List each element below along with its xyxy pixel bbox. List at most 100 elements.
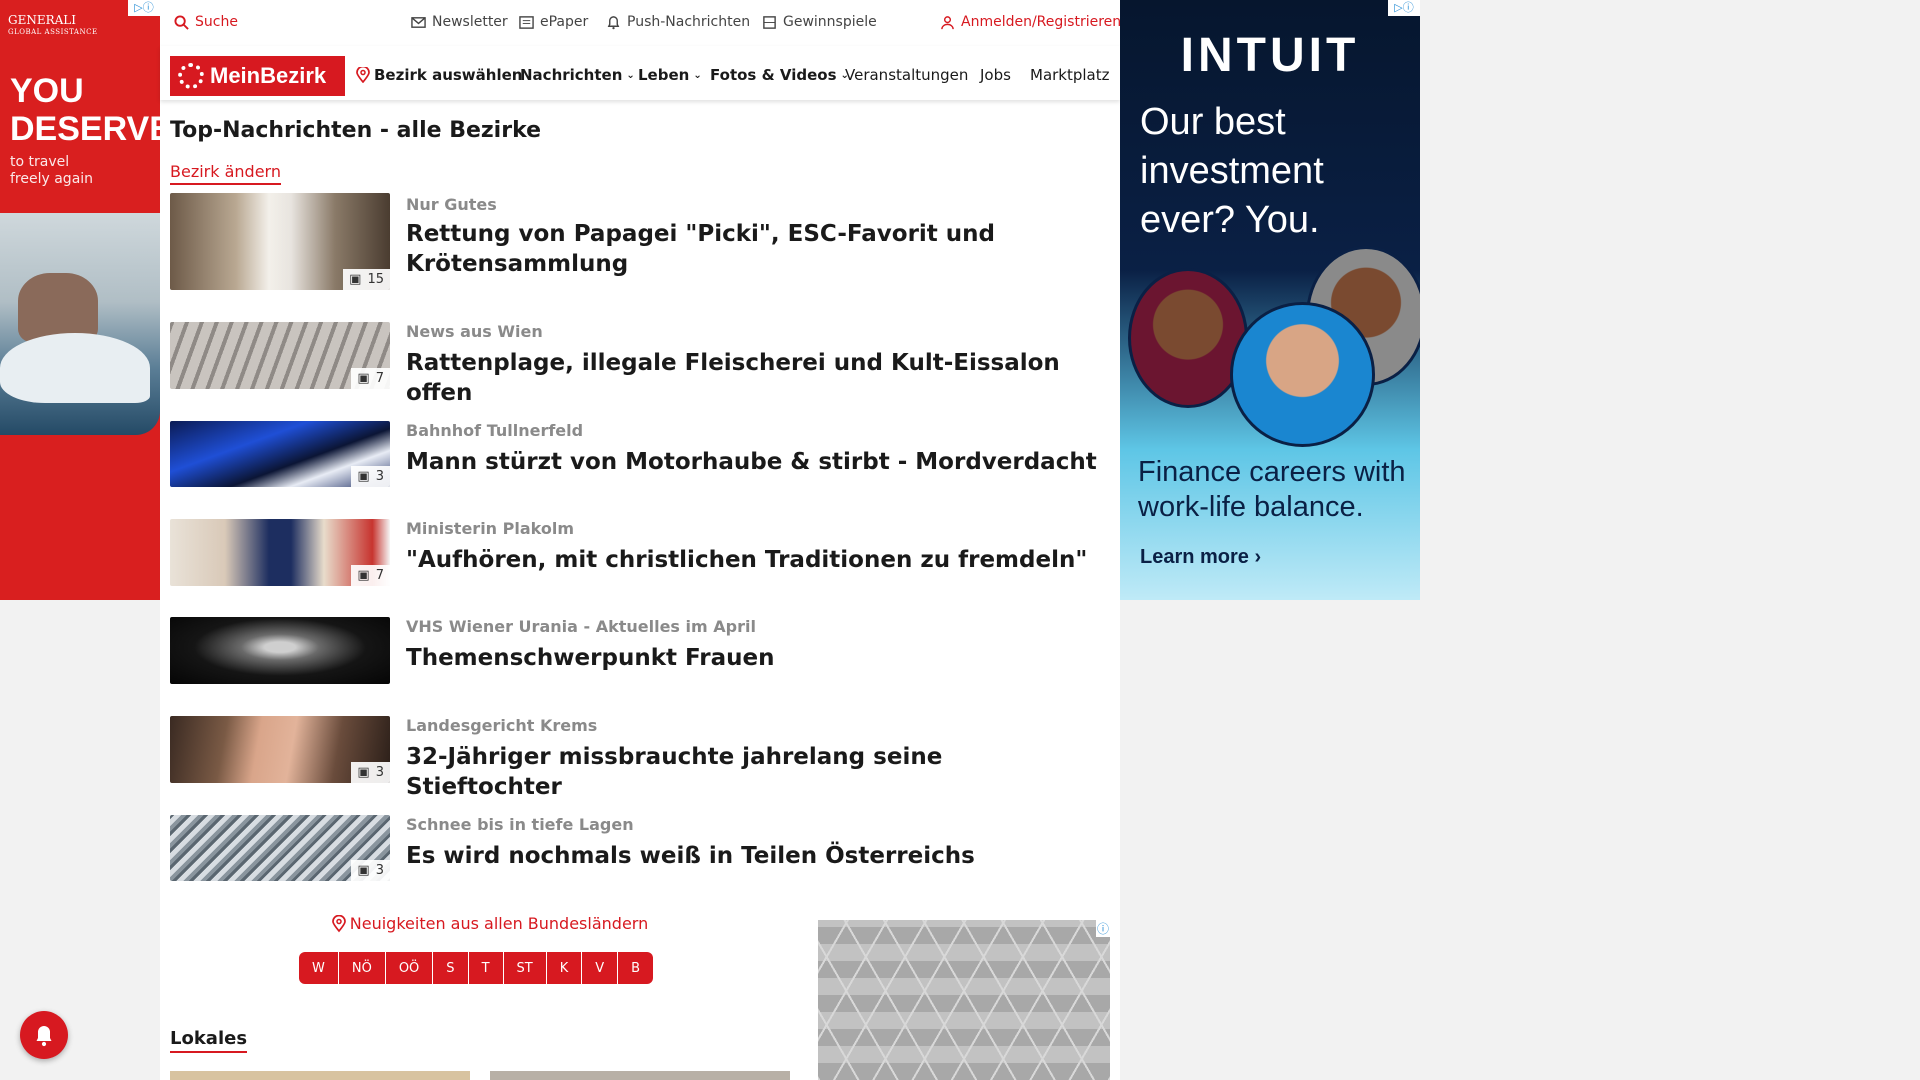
gallery-icon: ▣: [357, 371, 370, 386]
state-button-s[interactable]: S: [433, 952, 469, 984]
state-button-t[interactable]: T: [468, 952, 504, 984]
nav-item-marktplatz[interactable]: Marktplatz: [1030, 66, 1110, 84]
state-buttons: W NÖ OÖ S T ST K V B: [299, 952, 654, 984]
flower-logo-icon: [178, 63, 204, 89]
article-item[interactable]: VHS Wiener Urania - Aktuelles im April T…: [170, 617, 1110, 715]
ad-finance-text: Finance careers with work-life balance.: [1138, 456, 1406, 523]
section-heading-lokales: Lokales: [170, 1028, 248, 1053]
all-states-news-link[interactable]: Neuigkeiten aus allen Bundesländern: [320, 914, 660, 933]
article-item[interactable]: ▣ 7 News aus Wien Rattenplage, illegale F…: [170, 322, 1110, 420]
nav-item-veranstaltungen[interactable]: Veranstaltungen: [845, 66, 968, 84]
photo-count-badge: ▣ 7: [351, 368, 390, 389]
inline-ad[interactable]: ⓘ: [818, 920, 1110, 1080]
state-button-w[interactable]: W: [299, 952, 339, 984]
ad-person-image: [1128, 268, 1248, 408]
article-thumbnail[interactable]: ▣ 7: [170, 519, 390, 586]
utility-bar: Suche Newsletter ePaper Push-Nachrichten…: [160, 0, 1121, 46]
article-thumbnail[interactable]: ▣ 15: [170, 193, 390, 290]
ad-subline: to travel freely again: [10, 154, 94, 187]
article-item[interactable]: ▣ 3 Schnee bis in tiefe Lagen Es wird noc…: [170, 815, 1110, 913]
bell-icon: [36, 1026, 52, 1047]
chevron-down-icon: ⌄: [693, 69, 702, 81]
location-pin-icon: [331, 914, 346, 932]
lokales-thumbnail[interactable]: [490, 1071, 790, 1080]
notification-bell-button[interactable]: [20, 1011, 68, 1059]
article-headline[interactable]: Mann stürzt von Motorhaube & stirbt - Mo…: [406, 447, 1106, 477]
adchoices-icon[interactable]: ⓘ: [1096, 920, 1110, 937]
ad-person-image: [1230, 302, 1375, 447]
article-headline[interactable]: Rattenplage, illegale Fleischerei und Ku…: [406, 348, 1106, 408]
state-button-v[interactable]: V: [582, 952, 619, 984]
nav-item-nachrichten[interactable]: Nachrichten ⌄: [520, 66, 635, 84]
state-button-b[interactable]: B: [618, 952, 654, 984]
change-district-link[interactable]: Bezirk ändern: [170, 162, 281, 185]
article-thumbnail[interactable]: [170, 617, 390, 684]
ad-brand-logo: INTUIT: [1180, 29, 1360, 82]
search-icon: [174, 14, 189, 30]
ad-brand-logo: GENERALI GLOBAL ASSISTANCE: [8, 13, 98, 36]
select-district-button[interactable]: Bezirk auswählen: [356, 66, 522, 84]
page: GENERALI GLOBAL ASSISTANCE YOU DESERVE t…: [0, 0, 1920, 1080]
state-button-st[interactable]: ST: [503, 952, 547, 984]
epaper-link[interactable]: ePaper: [519, 14, 588, 30]
article-thumbnail[interactable]: ▣ 3: [170, 421, 390, 487]
meinbezirk-logo[interactable]: MeinBezirk: [170, 56, 345, 96]
gallery-icon: ▣: [357, 765, 370, 780]
article-kicker: News aus Wien: [406, 322, 543, 341]
location-pin-icon: [356, 67, 370, 83]
photo-count-badge: ▣ 3: [351, 860, 390, 881]
gallery-icon: ▣: [349, 272, 362, 287]
adchoices-icon[interactable]: ▷ⓘ: [1388, 0, 1420, 16]
left-banner-ad[interactable]: GENERALI GLOBAL ASSISTANCE YOU DESERVE t…: [0, 0, 160, 600]
article-item[interactable]: ▣ 15 Nur Gutes Rettung von Papagei "Picki…: [170, 193, 1110, 291]
photo-count-badge: ▣ 7: [351, 565, 390, 586]
lokales-thumbnail[interactable]: [170, 1071, 470, 1080]
adchoices-icon[interactable]: ▷ⓘ: [128, 0, 160, 16]
state-button-noe[interactable]: NÖ: [338, 952, 386, 984]
user-icon: [941, 15, 954, 29]
photo-count-badge: ▣ 3: [351, 762, 390, 783]
article-kicker: Bahnhof Tullnerfeld: [406, 421, 584, 440]
article-headline[interactable]: Rettung von Papagei "Picki", ESC-Favorit…: [406, 219, 1106, 279]
search-link[interactable]: Suche: [174, 14, 238, 30]
main-navigation: MeinBezirk Bezirk auswählen Nachrichten ⌄…: [160, 46, 1120, 100]
article-headline[interactable]: "Aufhören, mit christlichen Traditionen …: [406, 545, 1106, 575]
state-button-k[interactable]: K: [546, 952, 583, 984]
ad-tagline: Our best investment ever? You.: [1140, 101, 1324, 241]
ad-jetski-image: [0, 213, 160, 435]
article-headline[interactable]: Themenschwerpunkt Frauen: [406, 643, 1106, 673]
article-thumbnail[interactable]: ▣ 7: [170, 322, 390, 389]
article-headline[interactable]: Es wird nochmals weiß in Teilen Österrei…: [406, 841, 1106, 871]
article-thumbnail[interactable]: ▣ 3: [170, 815, 390, 881]
article-kicker: Ministerin Plakolm: [406, 519, 575, 538]
article-item[interactable]: ▣ 7 Ministerin Plakolm "Aufhören, mit chr…: [170, 519, 1110, 617]
article-kicker: Nur Gutes: [406, 195, 497, 214]
article-thumbnail[interactable]: ▣ 3: [170, 716, 390, 783]
nav-item-jobs[interactable]: Jobs: [980, 66, 1011, 84]
newsletter-link[interactable]: Newsletter: [411, 14, 508, 30]
newspaper-icon: [519, 15, 534, 29]
right-banner-ad[interactable]: INTUIT Our best investment ever? You. Fi…: [1120, 0, 1420, 600]
article-headline[interactable]: 32-Jähriger missbrauchte jahrelang seine…: [406, 742, 1106, 802]
ad-learn-more-button[interactable]: Learn more ›: [1140, 546, 1261, 569]
photo-count-badge: ▣ 3: [351, 466, 390, 487]
gallery-icon: ▣: [357, 568, 370, 583]
article-item[interactable]: ▣ 3 Bahnhof Tullnerfeld Mann stürzt von M…: [170, 421, 1110, 519]
gift-icon: [763, 15, 776, 29]
login-register-link[interactable]: Anmelden/Registrieren: [940, 14, 1121, 30]
ad-headline: YOU DESERVE: [10, 72, 160, 148]
nav-item-leben[interactable]: Leben ⌄: [638, 66, 702, 84]
article-kicker: Schnee bis in tiefe Lagen: [406, 815, 634, 834]
push-notifications-link[interactable]: Push-Nachrichten: [606, 14, 750, 30]
chevron-down-icon: ⌄: [626, 69, 635, 81]
bell-icon: [607, 15, 620, 29]
sweepstakes-link[interactable]: Gewinnspiele: [762, 14, 877, 30]
mail-icon: [411, 16, 426, 28]
nav-item-fotos-videos[interactable]: Fotos & Videos ⌄: [710, 66, 849, 84]
article-item[interactable]: ▣ 3 Landesgericht Krems 32-Jähriger missb…: [170, 716, 1110, 814]
state-button-ooe[interactable]: OÖ: [385, 952, 434, 984]
photo-count-badge: ▣ 15: [343, 269, 390, 290]
article-kicker: Landesgericht Krems: [406, 716, 598, 735]
main-content: Suche Newsletter ePaper Push-Nachrichten…: [160, 0, 1121, 1080]
page-title: Top-Nachrichten - alle Bezirke: [170, 118, 542, 143]
